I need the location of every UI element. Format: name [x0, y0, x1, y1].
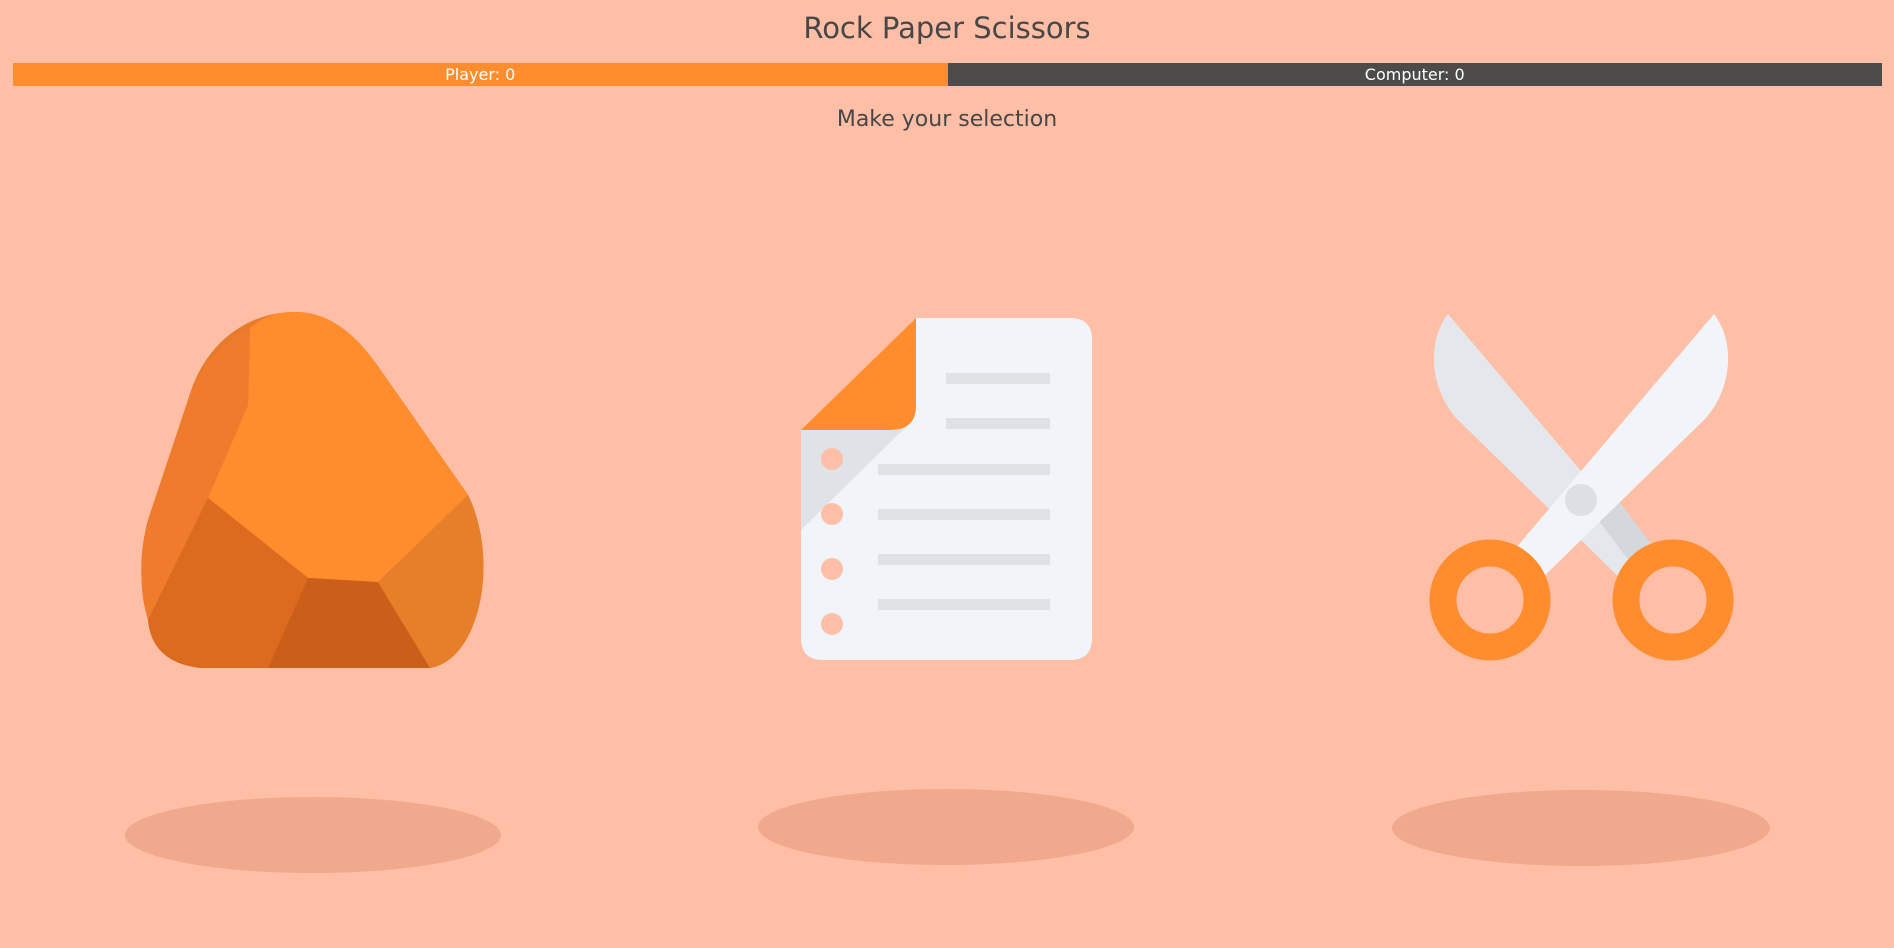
scissors-button[interactable] [1425, 310, 1740, 665]
rock-shadow [125, 797, 501, 873]
player-score: Player: 0 [13, 63, 948, 86]
scissors-shadow [1392, 790, 1770, 866]
rock-icon [141, 312, 484, 668]
game-title: Rock Paper Scissors [803, 11, 1091, 45]
rock-button[interactable] [140, 308, 490, 670]
computer-score: Computer: 0 [947, 63, 1882, 86]
scoreboard: Player: 0 Computer: 0 [13, 63, 1882, 86]
paper-button[interactable] [796, 315, 1096, 667]
paper-shadow [758, 789, 1134, 865]
scissors-icon [1429, 314, 1734, 661]
paper-icon [801, 318, 1092, 660]
selection-prompt: Make your selection [836, 107, 1058, 132]
